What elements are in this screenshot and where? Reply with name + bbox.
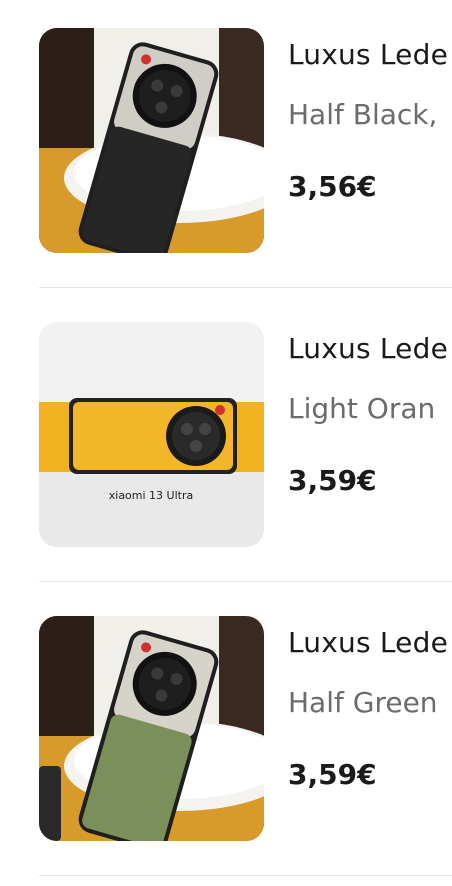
divider [39,581,452,582]
product-title[interactable]: Luxus Lede [288,38,448,71]
product-image[interactable] [39,616,264,841]
phone-case-light-orange-image: xiaomi 13 Ultra [39,322,264,547]
product-title[interactable]: Luxus Lede [288,332,448,365]
product-price: 3,59€ [288,758,377,791]
product-title[interactable]: Luxus Lede [288,626,448,659]
product-price: 3,59€ [288,464,377,497]
product-item[interactable]: Luxus Lede Half Green 3,59€ [0,588,452,882]
phone-case-half-green-image [39,616,264,841]
product-image[interactable] [39,28,264,253]
image-caption-text: xiaomi 13 Ultra [109,489,193,502]
product-variant: Half Green [288,686,438,719]
divider [39,287,452,288]
product-item[interactable]: Luxus Lede Half Black, 3,56€ [0,0,452,294]
divider [39,875,452,876]
product-image[interactable]: xiaomi 13 Ultra [39,322,264,547]
product-variant: Light Oran [288,392,436,425]
phone-case-half-black-image [39,28,264,253]
product-price: 3,56€ [288,170,377,203]
product-variant: Half Black, [288,98,438,131]
product-item[interactable]: xiaomi 13 Ultra Luxus Lede Light Oran 3,… [0,294,452,588]
